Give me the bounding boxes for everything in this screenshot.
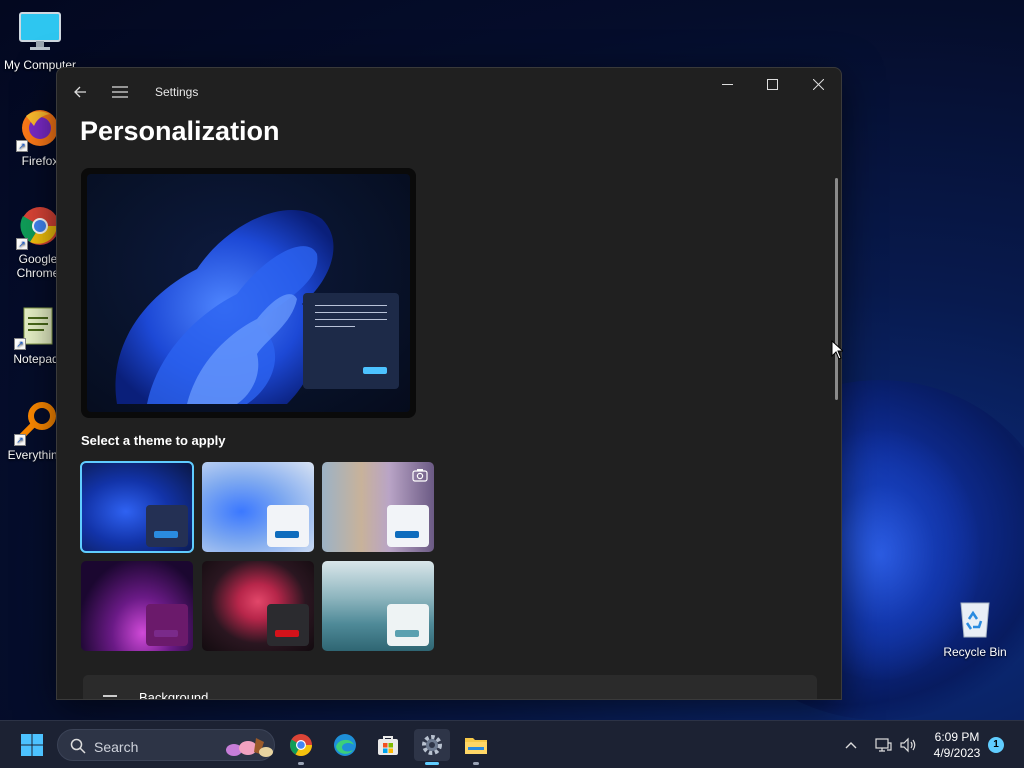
title-bar[interactable]: Settings [57,68,841,116]
settings-window: Settings Personalization Select a theme … [56,67,842,700]
firefox-icon: ↗ [16,106,60,152]
theme-windows-dark[interactable] [80,461,194,553]
search-icon [70,738,86,754]
mouse-cursor-icon [831,340,843,360]
speaker-icon [900,737,916,753]
chevron-up-icon [845,742,857,749]
desktop-icon-recycle-bin[interactable]: Recycle Bin [935,597,1015,659]
app-title: Settings [155,85,199,99]
folder-icon [465,738,487,754]
taskbar-edge[interactable] [327,729,363,761]
theme-preview [81,168,416,418]
taskbar-clock[interactable]: 6:09 PM 4/9/2023 [922,729,992,761]
shortcut-arrow-icon: ↗ [16,238,28,250]
minimize-icon [721,83,733,85]
windows-logo-icon [21,734,43,756]
close-icon [812,78,824,90]
taskbar-store[interactable] [370,729,406,761]
maximize-button[interactable] [749,68,795,100]
minimize-button[interactable] [704,68,750,100]
theme-flow[interactable] [322,561,434,651]
background-setting-row[interactable]: Background [83,675,817,700]
network-icon [875,738,892,752]
background-row-label: Background [139,690,209,700]
notification-badge[interactable]: 1 [988,737,1004,753]
gear-icon [422,735,442,755]
start-button[interactable] [14,729,50,761]
taskbar-search-box[interactable]: Search [57,729,275,761]
edge-icon [334,734,356,756]
scrollbar-thumb[interactable] [835,178,838,400]
monitor-icon [18,10,62,54]
maximize-icon [766,78,778,90]
theme-windows-light[interactable] [202,462,314,552]
theme-glow[interactable] [81,561,193,651]
clock-date: 4/9/2023 [933,746,981,760]
close-button[interactable] [795,68,841,100]
network-button[interactable] [872,721,894,768]
shortcut-arrow-icon: ↗ [14,434,26,446]
taskbar: Search 6:09 PM 4/9/2023 1 [0,720,1024,768]
taskbar-settings[interactable] [414,729,450,765]
hamburger-menu-icon [112,86,128,98]
search-placeholder: Search [94,739,139,755]
notepad-icon: ↗ [14,304,58,350]
taskbar-chrome[interactable] [283,729,319,765]
shortcut-arrow-icon: ↗ [14,338,26,350]
navigation-menu-button[interactable] [106,78,134,106]
back-button[interactable] [66,78,94,106]
desktop-icon-label: Recycle Bin [943,645,1007,659]
theme-section-label: Select a theme to apply [81,433,226,448]
show-hidden-icons-button[interactable] [840,721,862,768]
store-icon [378,736,398,755]
theme-captured-motion[interactable] [202,561,314,651]
preview-window-card [303,293,399,389]
magnifier-icon: ↗ [14,400,58,446]
clock-time: 6:09 PM [934,730,980,744]
theme-spotlight[interactable] [322,462,434,552]
chrome-icon [290,734,312,756]
desktop-icon-my-computer[interactable]: My Computer [0,10,80,72]
recycle-bin-icon [953,597,997,641]
arrow-left-icon [74,86,86,98]
page-title: Personalization [80,116,280,146]
volume-button[interactable] [897,721,919,768]
image-icon [103,695,117,697]
shortcut-arrow-icon: ↗ [16,140,28,152]
search-highlight-icon [226,738,273,757]
taskbar-file-explorer[interactable] [458,729,494,765]
camera-icon [412,469,428,482]
chrome-icon: ↗ [16,204,60,250]
